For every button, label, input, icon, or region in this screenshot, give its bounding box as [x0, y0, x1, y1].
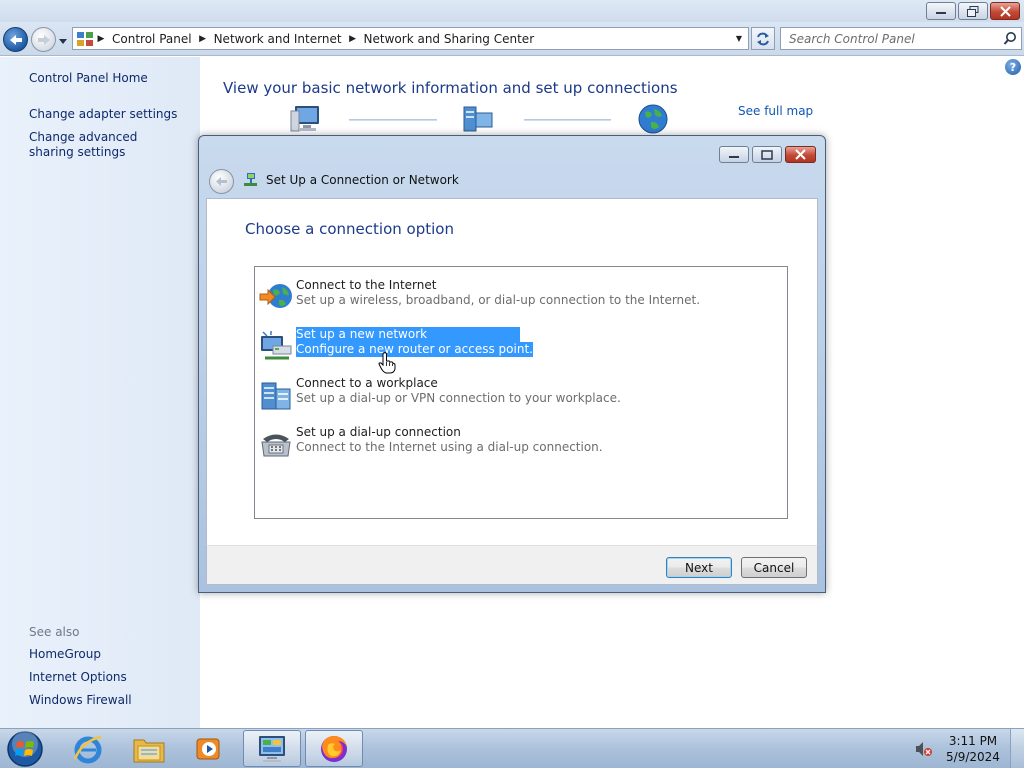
windows-explorer-icon — [133, 739, 165, 762]
page-title: View your basic network information and … — [223, 79, 678, 97]
windows-start-orb-icon — [7, 731, 43, 767]
media-player-icon — [196, 738, 220, 759]
change-adapter-settings-link[interactable]: Change adapter settings — [29, 107, 177, 122]
close-icon — [999, 5, 1011, 17]
control-panel-home-link[interactable]: Control Panel Home — [29, 71, 148, 86]
see-also-heading: See also — [29, 625, 80, 639]
connection-line — [524, 119, 611, 121]
option-description: Configure a new router or access point. — [296, 342, 533, 357]
option-connect-to-internet[interactable]: Connect to the Internet Set up a wireles… — [258, 278, 778, 318]
taskbar-control-panel-network[interactable] — [243, 730, 301, 767]
restore-icon — [967, 5, 979, 17]
chevron-down-icon — [59, 39, 67, 44]
clock-time: 3:11 PM — [948, 734, 998, 748]
taskbar-firefox[interactable] — [305, 730, 363, 767]
connection-options-list: Connect to the Internet Set up a wireles… — [254, 266, 788, 519]
taskbar: 3:11 PM 5/9/2024 — [0, 728, 1024, 768]
volume-muted-icon[interactable] — [914, 740, 932, 758]
option-title: Set up a new network — [296, 327, 521, 342]
workplace-icon — [261, 382, 291, 410]
minimize-icon — [729, 155, 739, 158]
option-title: Set up a dial-up connection — [296, 425, 461, 439]
breadcrumb-separator-icon[interactable]: ▶ — [346, 28, 360, 49]
internet-explorer-icon — [73, 735, 102, 763]
option-description: Set up a dial-up or VPN connection to yo… — [296, 391, 621, 405]
forward-button[interactable] — [31, 27, 56, 52]
breadcrumb-control-panel[interactable]: Control Panel — [108, 32, 196, 46]
dialup-phone-icon — [261, 434, 291, 457]
hand-cursor-icon — [378, 352, 396, 374]
start-button[interactable] — [3, 730, 47, 768]
arrow-left-icon — [9, 34, 22, 45]
refresh-icon — [757, 32, 769, 45]
window-titlebar — [0, 0, 1024, 22]
computer-icon[interactable] — [289, 103, 323, 133]
breadcrumb-network-and-sharing-center[interactable]: Network and Sharing Center — [360, 32, 539, 46]
help-icon[interactable]: ? — [1005, 59, 1021, 75]
control-panel-icon — [77, 31, 93, 46]
restore-button[interactable] — [958, 2, 988, 20]
dialog-back-button[interactable] — [209, 169, 234, 194]
address-bar[interactable]: ▶ Control Panel ▶ Network and Internet ▶… — [72, 27, 749, 50]
navigation-bar: ▶ Control Panel ▶ Network and Internet ▶… — [0, 22, 1024, 56]
show-desktop-button[interactable] — [1010, 729, 1024, 768]
option-set-up-new-network[interactable]: Set up a new network Configure a new rou… — [258, 327, 778, 367]
taskbar-windows-explorer[interactable] — [120, 730, 178, 767]
control-panel-network-icon — [259, 735, 285, 762]
dialog-heading: Choose a connection option — [245, 220, 454, 238]
see-full-map-link[interactable]: See full map — [738, 104, 813, 118]
breadcrumb-separator-icon[interactable]: ▶ — [94, 28, 108, 49]
internet-globe-icon[interactable] — [637, 103, 669, 135]
left-navigation-pane: Control Panel Home Change adapter settin… — [0, 57, 200, 728]
network-setup-icon — [244, 173, 257, 186]
close-button[interactable] — [990, 2, 1020, 20]
change-advanced-sharing-settings-link[interactable]: Change advanced sharing settings — [29, 130, 179, 160]
option-title: Connect to a workplace — [296, 376, 438, 390]
option-description: Set up a wireless, broadband, or dial-up… — [296, 293, 701, 307]
close-icon — [795, 149, 806, 160]
option-description: Connect to the Internet using a dial-up … — [296, 440, 603, 454]
arrow-left-icon — [216, 177, 227, 186]
maximize-icon — [761, 149, 773, 160]
recent-pages-button[interactable] — [58, 35, 68, 45]
option-set-up-dialup[interactable]: Set up a dial-up connection Connect to t… — [258, 425, 778, 465]
dialog-minimize-button[interactable] — [719, 146, 749, 163]
arrow-right-icon — [37, 34, 50, 45]
dialog-close-button[interactable] — [785, 146, 816, 163]
search-box[interactable] — [780, 27, 1022, 50]
option-connect-to-workplace[interactable]: Connect to a workplace Set up a dial-up … — [258, 376, 778, 416]
homegroup-link[interactable]: HomeGroup — [29, 647, 101, 662]
clock-date: 5/9/2024 — [946, 750, 1000, 764]
internet-options-link[interactable]: Internet Options — [29, 670, 127, 685]
breadcrumb-network-and-internet[interactable]: Network and Internet — [210, 32, 346, 46]
cancel-button[interactable]: Cancel — [741, 557, 807, 578]
firefox-icon — [321, 735, 347, 762]
breadcrumb-separator-icon[interactable]: ▶ — [196, 28, 210, 49]
search-icon[interactable] — [1003, 31, 1017, 46]
minimize-icon — [936, 12, 946, 14]
windows-firewall-link[interactable]: Windows Firewall — [29, 693, 132, 708]
minimize-button[interactable] — [926, 2, 956, 20]
dialog-title: Set Up a Connection or Network — [266, 173, 459, 187]
dialog-maximize-button[interactable] — [752, 146, 782, 163]
internet-globe-icon — [259, 284, 292, 308]
back-button[interactable] — [3, 27, 28, 52]
dialog-body: Choose a connection option Connect to th… — [206, 198, 818, 545]
dialog-footer: Next Cancel — [206, 545, 818, 585]
taskbar-media-player[interactable] — [180, 730, 238, 767]
address-dropdown-icon[interactable]: ▼ — [731, 29, 747, 48]
option-title: Connect to the Internet — [296, 278, 437, 292]
setup-connection-dialog: Set Up a Connection or Network Choose a … — [198, 135, 826, 593]
taskbar-internet-explorer[interactable] — [59, 730, 117, 767]
network-icon[interactable] — [462, 105, 496, 133]
connection-line — [349, 119, 437, 121]
search-input[interactable] — [781, 28, 999, 49]
new-network-icon — [261, 331, 292, 360]
system-clock[interactable]: 3:11 PM 5/9/2024 — [940, 733, 1006, 765]
next-button[interactable]: Next — [666, 557, 732, 578]
refresh-button[interactable] — [751, 27, 775, 50]
